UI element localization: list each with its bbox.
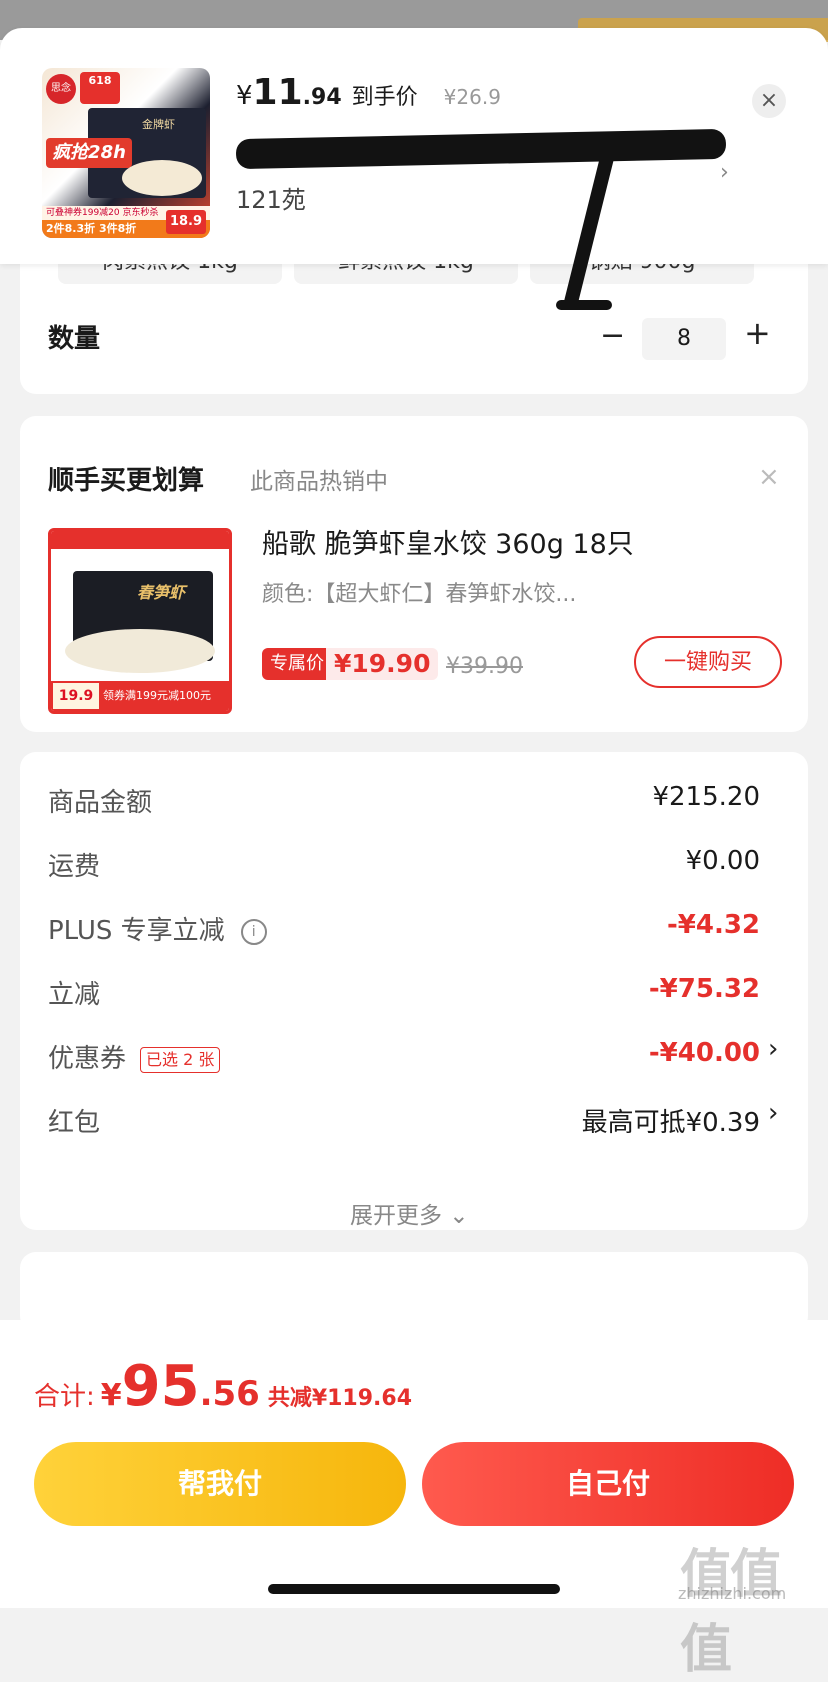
flash-sale-badge: 疯抢28h (46, 138, 132, 168)
original-price: ¥26.9 (443, 85, 501, 109)
product-header-sheet: 思念 618 金牌虾 疯抢28h 可叠神券199减20 京东秒杀 2件8.3折 … (0, 28, 828, 264)
order-total: 合计: ¥95.56 共减¥119.64 (34, 1354, 412, 1419)
home-indicator (268, 1584, 560, 1594)
cost-label: PLUS 专享立减 (48, 916, 225, 946)
cost-value: -¥40.00 (648, 1038, 760, 1068)
exclusive-price-tag: 专属价 (262, 648, 332, 680)
brand-logo: 思念 (46, 74, 76, 104)
price-decimal: .94 (302, 85, 342, 110)
cost-label: 立减 (48, 980, 101, 1010)
chevron-right-icon[interactable]: › (768, 1098, 778, 1128)
cost-value: -¥4.32 (666, 910, 760, 940)
help-me-pay-button[interactable]: 帮我付 (34, 1442, 406, 1526)
product-thumbnail: 思念 618 金牌虾 疯抢28h 可叠神券199减20 京东秒杀 2件8.3折 … (42, 68, 210, 238)
thumb-price-tag: 19.9 (53, 683, 99, 709)
quantity-input[interactable]: 8 (642, 318, 726, 360)
close-icon[interactable]: × (752, 84, 786, 118)
pay-myself-button[interactable]: 自己付 (422, 1442, 794, 1526)
redaction-scribble (235, 128, 727, 170)
cost-row-plus-discount: PLUS 专享立减 i -¥4.32 (48, 910, 760, 954)
total-yen: ¥ (100, 1378, 122, 1413)
final-price: ¥11.94 到手价 ¥26.9 (236, 72, 501, 113)
watermark-logo: 值值值 (680, 1545, 782, 1680)
cost-row-subtotal: 商品金额 ¥215.20 (48, 782, 760, 826)
price-integer: 11 (252, 72, 303, 113)
upsell-title: 顺手买更划算 (48, 466, 205, 496)
upsell-product-variant: 颜色:【超大虾仁】春笋虾水饺... (262, 582, 577, 607)
cost-row-coupon[interactable]: 优惠券 已选 2 张 -¥40.00 (48, 1038, 760, 1082)
cost-value: 最高可抵¥0.39 (581, 1108, 760, 1138)
cost-row-instant-discount: 立减 -¥75.32 (48, 974, 760, 1018)
upsell-product-name[interactable]: 船歌 脆笋虾皇水饺 360g 18只 (262, 522, 634, 561)
cost-label: 商品金额 (48, 788, 153, 818)
cost-value: ¥0.00 (685, 846, 760, 876)
one-click-buy-button[interactable]: 一键购买 (634, 636, 782, 688)
cost-label: 红包 (48, 1108, 101, 1138)
quantity-label: 数量 (48, 324, 101, 354)
selected-variant[interactable]: 121苑 (236, 180, 306, 215)
cost-label-wrap: 优惠券 已选 2 张 (48, 1038, 221, 1075)
badge-618: 618 (80, 72, 120, 104)
redaction-scribble-foot (556, 300, 612, 310)
chevron-right-icon[interactable]: › (720, 160, 729, 185)
cost-row-shipping: 运费 ¥0.00 (48, 846, 760, 890)
total-decimal: .56 (199, 1374, 260, 1414)
dumpling-image (122, 160, 202, 196)
dumpling-plate-image (65, 629, 215, 673)
total-saving: 共减¥119.64 (267, 1386, 413, 1411)
quantity-plus-button[interactable]: + (744, 314, 771, 352)
cost-row-red-packet[interactable]: 红包 最高可抵¥0.39 (48, 1102, 760, 1146)
coupon-selected-badge: 已选 2 张 (140, 1046, 221, 1073)
cost-value: ¥215.20 (652, 782, 760, 812)
package-label: 春笋虾 (137, 583, 186, 602)
total-label: 合计: (34, 1382, 95, 1412)
upsell-thumbnail[interactable]: 春笋虾 领券满199元减100元 19.9 (48, 528, 232, 714)
cost-label-wrap: PLUS 专享立减 i (48, 910, 267, 947)
watermark-url: zhizhizhi.com (678, 1584, 787, 1603)
upsell-original-price: ¥39.90 (446, 654, 523, 679)
thumb-top-banner (51, 531, 229, 549)
total-integer: 95 (121, 1354, 200, 1419)
cost-value: -¥75.32 (648, 974, 760, 1004)
expand-more-button[interactable]: 展开更多 ⌄ (350, 1196, 469, 1230)
cost-label: 运费 (48, 852, 101, 882)
thumb-price-tag: 18.9 (166, 210, 206, 234)
price-label: 到手价 (351, 85, 418, 110)
info-icon[interactable]: i (240, 918, 267, 945)
chevron-right-icon[interactable]: › (768, 1034, 778, 1064)
cost-label: 优惠券 (48, 1044, 127, 1074)
close-icon[interactable]: × (758, 462, 780, 492)
package-label: 金牌虾 (142, 118, 175, 131)
upsell-subtitle: 此商品热销中 (250, 469, 388, 495)
price-yen: ¥ (236, 81, 253, 111)
upsell-price: ¥19.90 (326, 648, 439, 680)
quantity-minus-button[interactable]: − (600, 318, 625, 353)
